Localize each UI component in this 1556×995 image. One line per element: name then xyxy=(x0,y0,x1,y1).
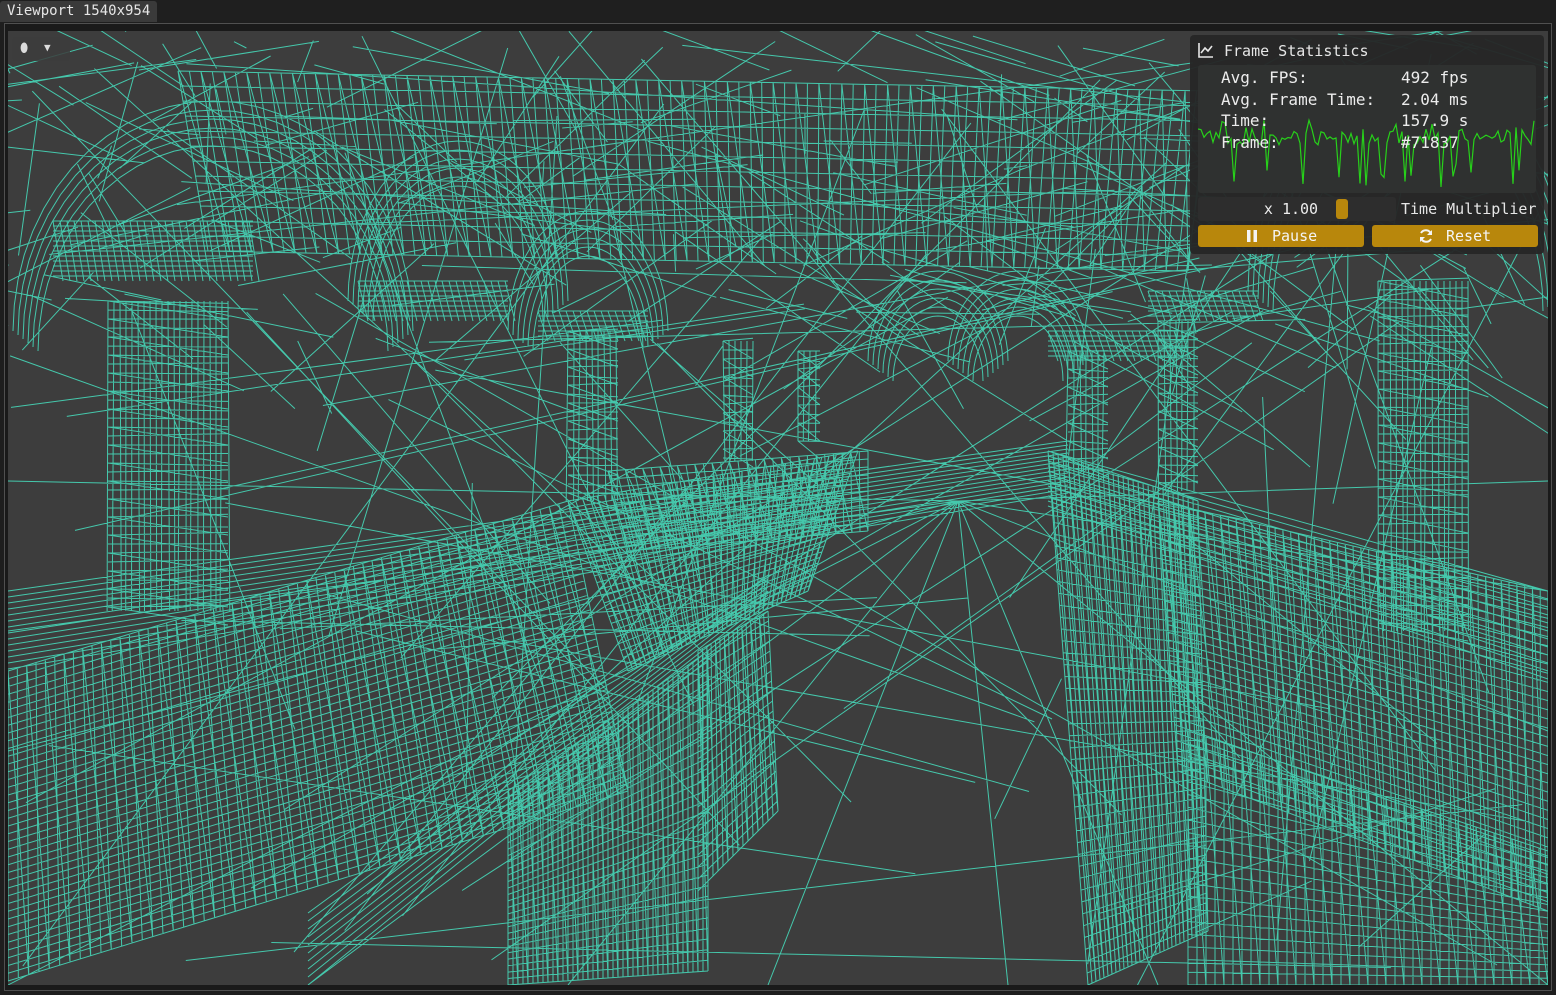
pause-button[interactable]: Pause xyxy=(1198,225,1364,247)
viewport-shading-menu[interactable]: ⬮ ▼ xyxy=(12,37,70,61)
refresh-icon xyxy=(1420,229,1432,243)
stat-label: Frame: xyxy=(1221,133,1279,152)
stat-row-frame: Frame: #71837 xyxy=(1221,132,1541,154)
stat-row-frame-time: Avg. Frame Time: 2.04 ms xyxy=(1221,89,1541,111)
stat-label: Avg. FPS: xyxy=(1221,68,1308,87)
time-multiplier-value: x 1.00 xyxy=(1263,200,1319,218)
slider-grab-handle[interactable] xyxy=(1336,199,1348,219)
pause-label: Pause xyxy=(1272,227,1318,245)
time-multiplier-label: Time Multiplier xyxy=(1401,200,1537,218)
pause-icon xyxy=(1247,230,1257,242)
stat-value: 492 fps xyxy=(1401,68,1469,87)
window-titlebar: Viewport 1540x954 xyxy=(0,0,1556,22)
stat-row-time: Time: 157.9 s xyxy=(1221,110,1541,132)
stat-row-fps: Avg. FPS: 492 fps xyxy=(1221,67,1541,89)
time-multiplier-slider[interactable]: x 1.00 xyxy=(1198,197,1396,221)
frame-statistics-title: Frame Statistics xyxy=(1224,42,1369,60)
line-chart-icon xyxy=(1198,43,1213,58)
shading-sphere-icon: ⬮ xyxy=(20,41,29,56)
stat-value: #71837 xyxy=(1401,133,1459,152)
stat-label: Time: xyxy=(1221,111,1270,130)
stat-label: Avg. Frame Time: xyxy=(1221,90,1376,109)
viewport-tab[interactable]: Viewport 1540x954 xyxy=(0,1,158,22)
stat-value: 157.9 s xyxy=(1401,111,1469,130)
reset-label: Reset xyxy=(1446,227,1492,245)
stat-value: 2.04 ms xyxy=(1401,90,1469,109)
reset-button[interactable]: Reset xyxy=(1372,225,1538,247)
chevron-down-icon: ▼ xyxy=(44,41,51,54)
frame-statistics-panel: Frame Statistics Avg. FPS: 492 fps Avg. … xyxy=(1190,35,1544,254)
